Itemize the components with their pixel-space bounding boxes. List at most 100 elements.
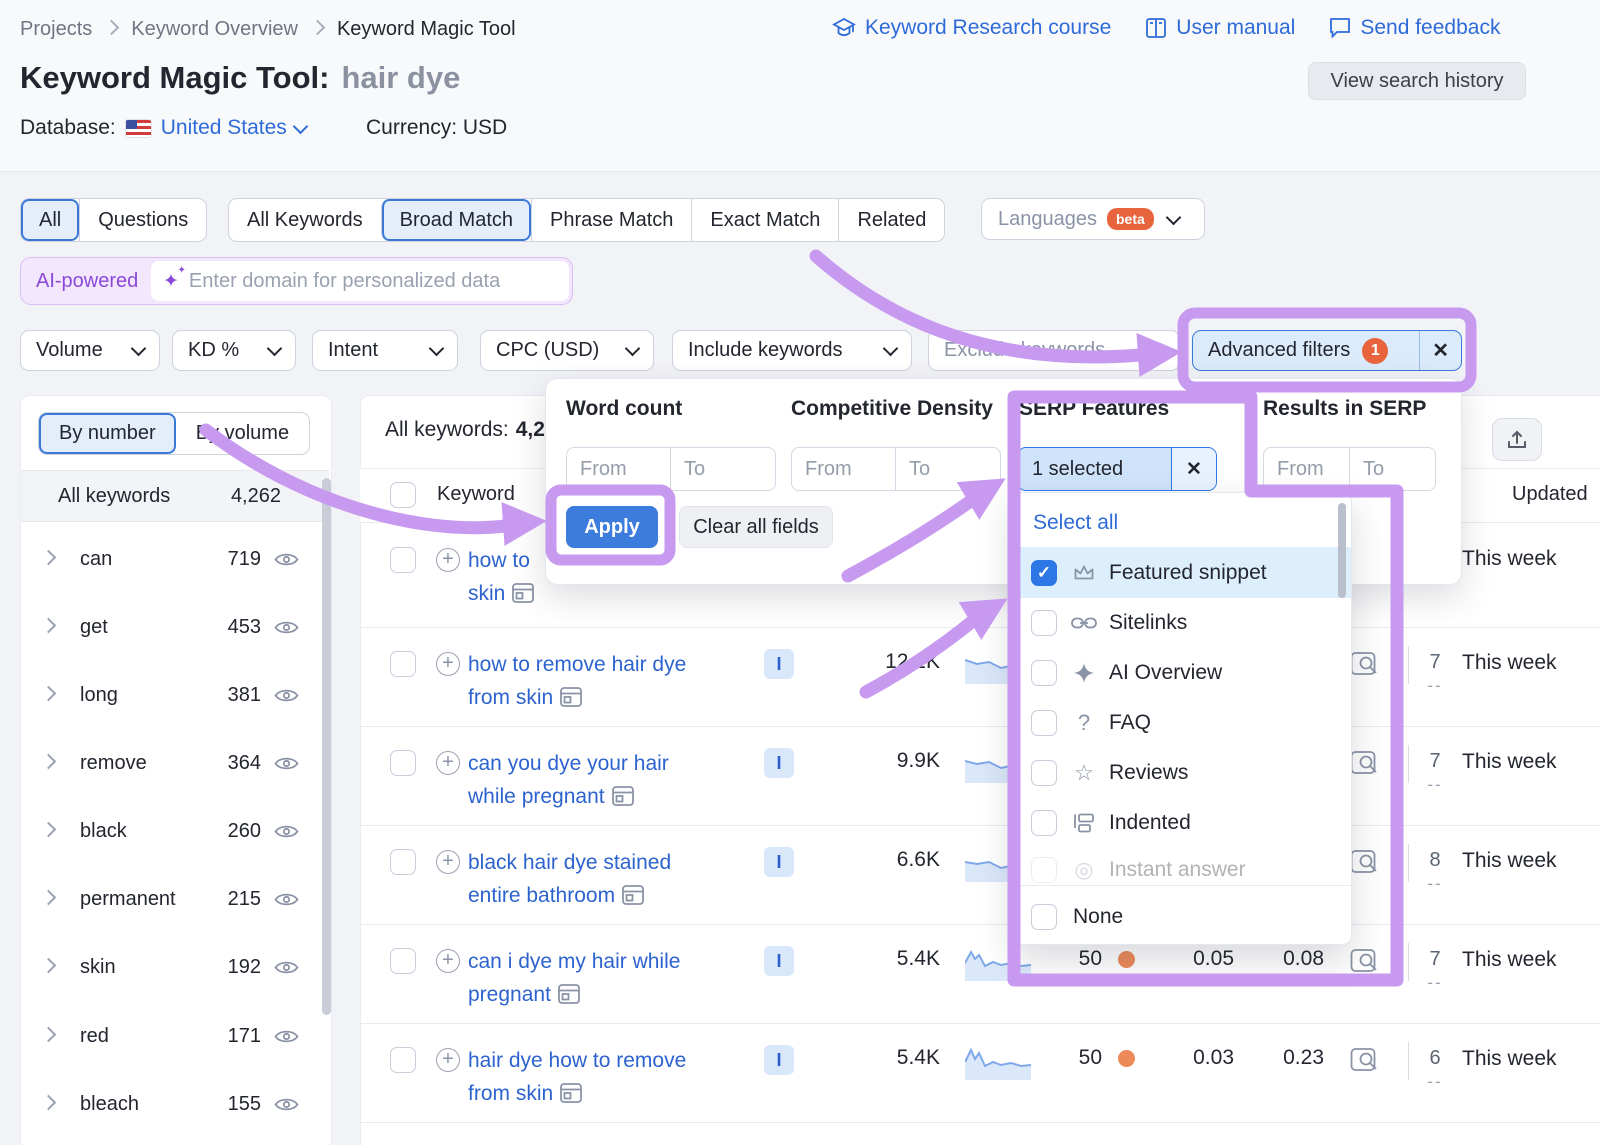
intent-filter[interactable]: Intent — [312, 330, 458, 371]
results-count[interactable]: 7 — [1418, 948, 1452, 971]
results-count[interactable]: 6 — [1418, 1047, 1452, 1070]
domain-input[interactable] — [187, 269, 557, 294]
clear-all-fields-button[interactable]: Clear all fields — [679, 506, 833, 548]
send-feedback-link[interactable]: Send feedback — [1329, 16, 1500, 40]
checkbox[interactable] — [1031, 610, 1057, 636]
select-all-checkbox[interactable] — [390, 482, 416, 508]
results-to-input[interactable] — [1350, 447, 1436, 491]
sort-by-volume-button[interactable]: By volume — [176, 413, 309, 454]
serp-preview-icon[interactable] — [1350, 848, 1380, 881]
tab-questions[interactable]: Questions — [79, 199, 206, 241]
keyword-link[interactable]: can you dye your hairwhile pregnant — [468, 747, 669, 816]
close-icon[interactable]: ✕ — [1419, 331, 1461, 370]
table-row[interactable]: + can you dye your hairwhile pregnant I … — [360, 727, 1600, 826]
keyword-research-course-link[interactable]: Keyword Research course — [832, 16, 1111, 40]
option-none[interactable]: None — [1013, 891, 1351, 943]
group-row-permanent[interactable]: permanent215 — [21, 865, 323, 933]
add-keyword-icon[interactable]: + — [436, 751, 460, 775]
keyword-link[interactable]: how toskin — [468, 544, 534, 613]
eye-icon[interactable] — [274, 891, 299, 908]
table-row[interactable]: + black hair dye stainedentire bathroom … — [360, 826, 1600, 925]
exclude-keywords-filter[interactable]: Exclude keywords — [928, 330, 1180, 371]
group-row-red[interactable]: red171 — [21, 1002, 323, 1070]
group-row-remove[interactable]: remove364 — [21, 729, 323, 797]
row-checkbox[interactable] — [390, 849, 416, 875]
checkbox[interactable] — [1031, 857, 1057, 883]
serp-preview-icon[interactable] — [1350, 947, 1380, 980]
results-from-input[interactable] — [1263, 447, 1350, 491]
table-row[interactable]: + hair dye how to removefrom skin I 5.4K… — [360, 1024, 1600, 1123]
view-search-history-button[interactable]: View search history — [1308, 62, 1526, 100]
option-reviews[interactable]: ☆ Reviews — [1013, 748, 1351, 798]
results-count[interactable]: 7 — [1418, 651, 1452, 674]
eye-icon[interactable] — [274, 687, 299, 704]
add-keyword-icon[interactable]: + — [436, 949, 460, 973]
row-checkbox[interactable] — [390, 948, 416, 974]
sidebar-scrollbar[interactable] — [322, 478, 331, 1015]
column-header-updated[interactable]: Updated — [1512, 483, 1588, 506]
word-count-to-input[interactable] — [671, 447, 776, 491]
add-keyword-icon[interactable]: + — [436, 1048, 460, 1072]
option-featured-snippet[interactable]: Featured snippet — [1013, 547, 1351, 598]
competitive-density-from-input[interactable] — [791, 447, 896, 491]
group-row-bleach[interactable]: bleach155 — [21, 1070, 323, 1138]
group-row-black[interactable]: black260 — [21, 797, 323, 865]
row-checkbox[interactable] — [390, 750, 416, 776]
languages-dropdown[interactable]: Languages beta — [981, 198, 1205, 240]
tab-all-keywords[interactable]: All Keywords — [229, 199, 381, 241]
breadcrumb-keyword-overview[interactable]: Keyword Overview — [131, 18, 298, 41]
table-row[interactable]: + how to remove hair dyefrom skin I 12.1… — [360, 628, 1600, 727]
group-row-long[interactable]: long381 — [21, 661, 323, 729]
group-row-get[interactable]: get453 — [21, 593, 323, 661]
group-row-skin[interactable]: skin192 — [21, 933, 323, 1001]
add-keyword-icon[interactable]: + — [436, 548, 460, 572]
database-value-dropdown[interactable]: United States — [161, 116, 306, 140]
checkbox[interactable] — [1031, 760, 1057, 786]
results-count[interactable]: 8 — [1418, 849, 1452, 872]
clear-selection-icon[interactable]: ✕ — [1171, 448, 1216, 490]
serp-preview-icon[interactable] — [1350, 1046, 1380, 1079]
eye-icon[interactable] — [274, 1096, 299, 1113]
user-manual-link[interactable]: User manual — [1145, 16, 1295, 40]
all-keywords-group-row[interactable]: All keywords 4,262 — [21, 470, 329, 522]
checkbox[interactable] — [1031, 904, 1057, 930]
volume-filter[interactable]: Volume — [20, 330, 160, 371]
kd-filter[interactable]: KD % — [172, 330, 296, 371]
eye-icon[interactable] — [274, 619, 299, 636]
row-checkbox[interactable] — [390, 651, 416, 677]
eye-icon[interactable] — [274, 823, 299, 840]
competitive-density-to-input[interactable] — [896, 447, 1001, 491]
checkbox[interactable] — [1031, 710, 1057, 736]
option-faq[interactable]: ? FAQ — [1013, 698, 1351, 748]
include-keywords-filter[interactable]: Include keywords — [672, 330, 912, 371]
group-row-can[interactable]: can719 — [21, 525, 323, 593]
tab-all[interactable]: All — [21, 199, 79, 241]
option-sitelinks[interactable]: Sitelinks — [1013, 598, 1351, 648]
serp-preview-icon[interactable] — [1350, 650, 1380, 683]
serp-preview-icon[interactable] — [1350, 749, 1380, 782]
row-checkbox[interactable] — [390, 1047, 416, 1073]
add-keyword-icon[interactable]: + — [436, 850, 460, 874]
apply-button[interactable]: Apply — [566, 506, 658, 548]
keyword-link[interactable]: black hair dye stainedentire bathroom — [468, 846, 671, 915]
advanced-filters-button[interactable]: Advanced filters 1 ✕ — [1192, 330, 1462, 371]
option-ai-overview[interactable]: AI Overview — [1013, 648, 1351, 698]
cpc-filter[interactable]: CPC (USD) — [480, 330, 654, 371]
column-header-keyword[interactable]: Keyword — [437, 483, 515, 506]
add-keyword-icon[interactable]: + — [436, 652, 460, 676]
table-row[interactable]: + can i dye my hair whilepregnant I 5.4K… — [360, 925, 1600, 1024]
dropdown-scrollbar[interactable] — [1338, 503, 1346, 598]
serp-features-select[interactable]: 1 selected ✕ — [1017, 447, 1217, 491]
checkbox-checked[interactable] — [1031, 560, 1057, 586]
row-checkbox[interactable] — [390, 547, 416, 573]
tab-exact-match[interactable]: Exact Match — [691, 199, 838, 241]
export-button[interactable] — [1492, 418, 1542, 461]
keyword-link[interactable]: hair dye how to removefrom skin — [468, 1044, 686, 1113]
sort-by-number-button[interactable]: By number — [39, 413, 176, 454]
select-all-link[interactable]: Select all — [1033, 501, 1118, 545]
eye-icon[interactable] — [274, 959, 299, 976]
eye-icon[interactable] — [274, 551, 299, 568]
tab-related[interactable]: Related — [838, 199, 944, 241]
tab-broad-match[interactable]: Broad Match — [381, 199, 531, 241]
keyword-link[interactable]: can i dye my hair whilepregnant — [468, 945, 680, 1014]
